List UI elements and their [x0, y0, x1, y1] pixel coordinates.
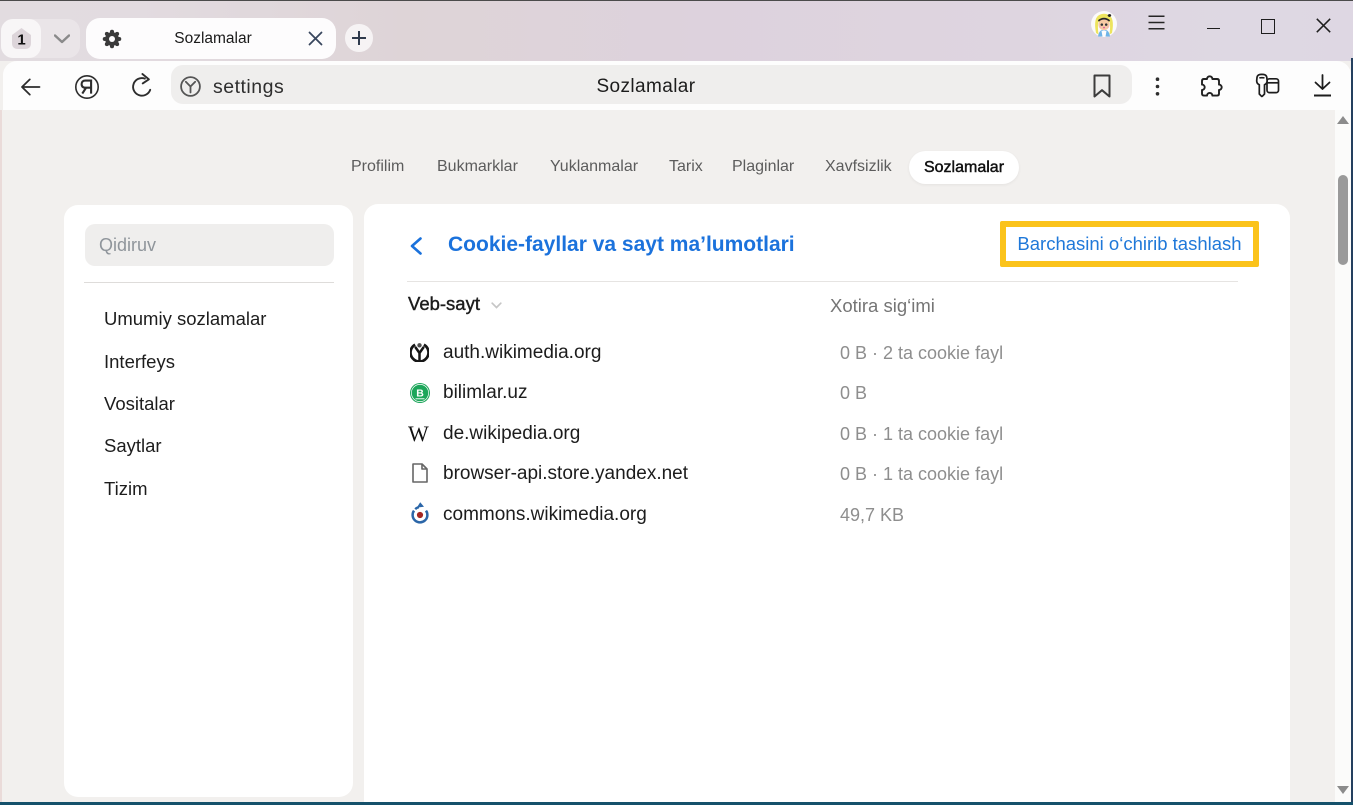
svg-text:1: 1	[17, 32, 25, 49]
svg-text:B: B	[416, 388, 424, 400]
